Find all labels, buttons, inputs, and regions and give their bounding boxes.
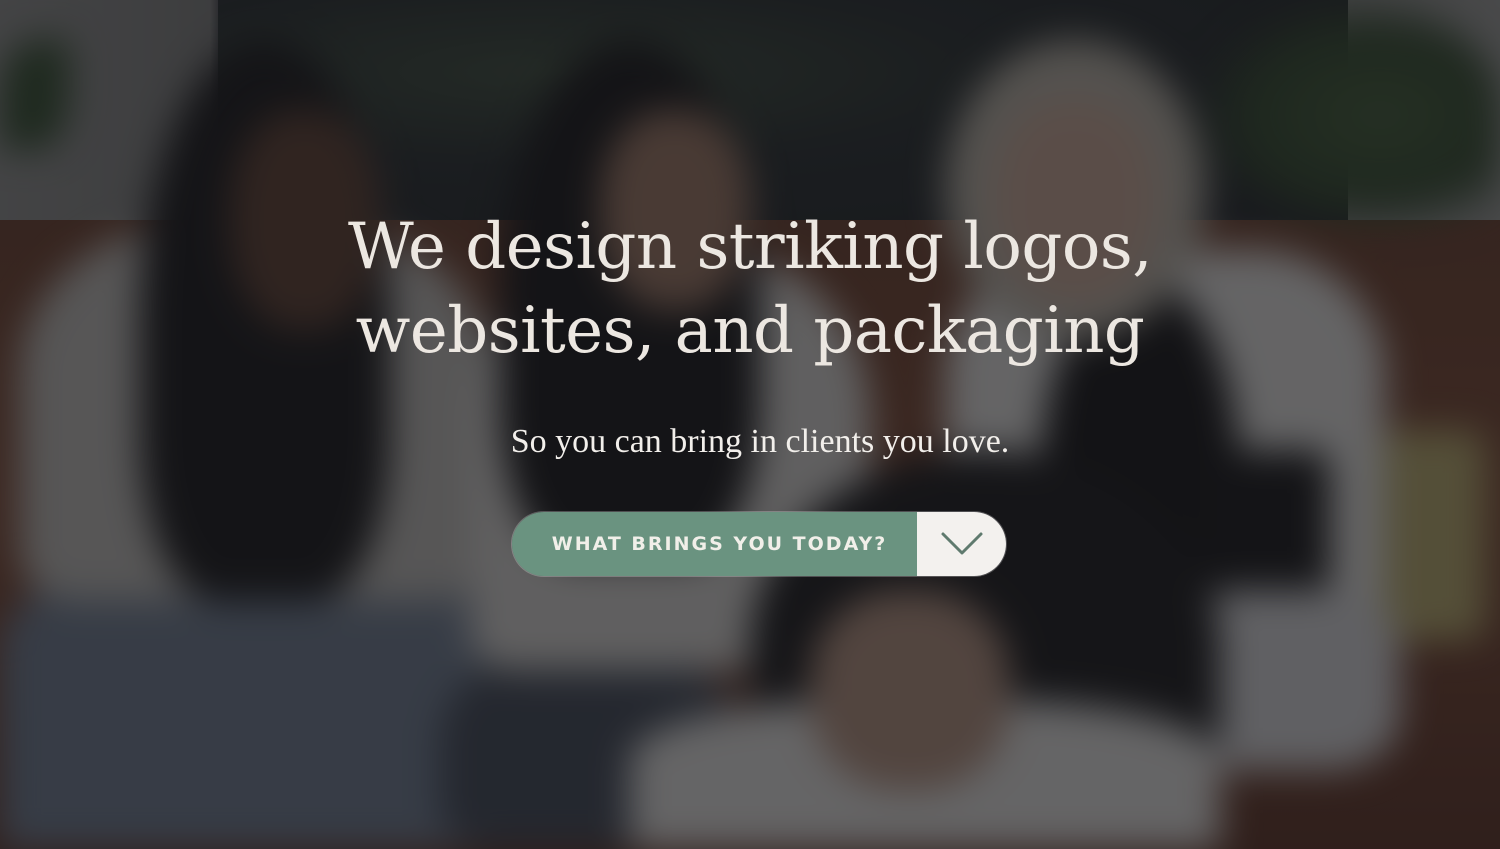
dropdown-toggle-button[interactable] bbox=[917, 512, 1006, 576]
chevron-down-icon bbox=[941, 532, 982, 555]
headline-line-1: We design striking logos, bbox=[347, 210, 1153, 284]
hero-content: We design striking logos, websites, and … bbox=[0, 0, 1500, 849]
hero-subheadline: So you can bring in clients you love. bbox=[510, 423, 1010, 460]
dropdown-label[interactable]: WHAT BRINGS YOU TODAY? bbox=[512, 512, 917, 576]
headline-line-2: websites, and packaging bbox=[355, 294, 1145, 368]
hero-headline: We design striking logos, websites, and … bbox=[250, 205, 1250, 373]
hero-section: We design striking logos, websites, and … bbox=[0, 0, 1500, 849]
what-brings-you-dropdown[interactable]: WHAT BRINGS YOU TODAY? bbox=[512, 512, 1006, 576]
